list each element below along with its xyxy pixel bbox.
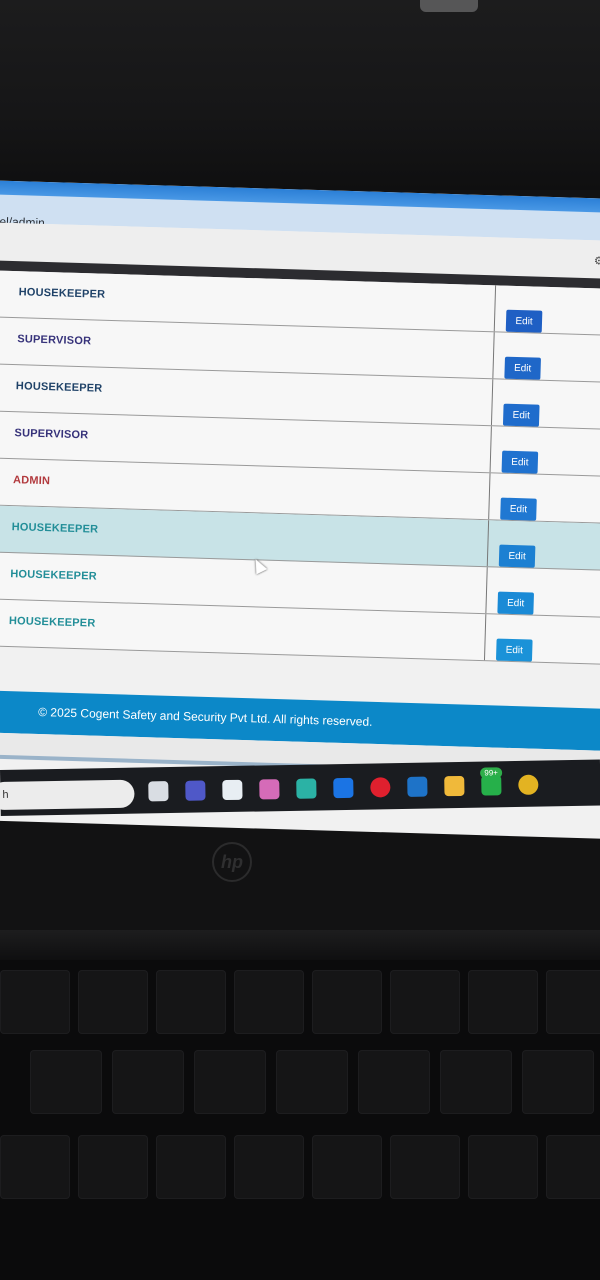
keyboard-key: [468, 1135, 538, 1199]
role-label: HOUSEKEEPER: [11, 521, 99, 536]
copilot-icon[interactable]: [259, 779, 280, 800]
keyboard-key: [112, 1050, 184, 1114]
keyboard-key: [0, 1135, 70, 1199]
monitor-bezel: [0, 0, 600, 190]
role-label: HOUSEKEEPER: [10, 568, 98, 583]
keyboard-key: [390, 1135, 460, 1199]
keyboard-key: [312, 1135, 382, 1199]
teams-icon[interactable]: [185, 780, 206, 801]
users-table: HOUSEKEEPER Edit SUPERVISOR Edit HOUSEKEEPER…: [0, 269, 600, 666]
keyboard-key: [546, 970, 600, 1034]
settings-icon[interactable]: ⚙: [594, 254, 600, 267]
cell-divider: [492, 332, 495, 379]
laptop-hinge: [0, 930, 600, 960]
edit-button[interactable]: Edit: [505, 309, 543, 333]
keyboard-key: [156, 1135, 226, 1199]
outlook-icon[interactable]: [407, 776, 428, 797]
edit-button[interactable]: Edit: [504, 356, 541, 380]
chrome-icon[interactable]: [518, 774, 539, 795]
cell-divider: [493, 285, 497, 332]
laptop-screen: nel/admin ⚙ HOUSEKEEPER Edit SUPERVISOR Edi…: [0, 180, 600, 840]
keyboard-key: [78, 970, 148, 1034]
keyboard-key: [156, 970, 226, 1034]
keyboard-key: [30, 1050, 102, 1114]
edit-button[interactable]: Edit: [497, 591, 535, 615]
light-glare: [420, 0, 478, 12]
cell-divider: [485, 567, 488, 614]
widgets-icon[interactable]: [222, 779, 243, 801]
role-label: SUPERVISOR: [14, 427, 89, 442]
keyboard-key: [276, 1050, 348, 1114]
edge-icon[interactable]: [296, 778, 317, 799]
cell-divider: [483, 614, 487, 661]
taskbar-search[interactable]: h: [0, 779, 135, 811]
edit-button[interactable]: Edit: [501, 450, 539, 474]
keyboard-key: [234, 1135, 304, 1199]
keyboard-key: [522, 1050, 594, 1114]
edit-button[interactable]: Edit: [498, 544, 536, 568]
keyboard-key: [0, 970, 70, 1034]
edit-button[interactable]: Edit: [495, 638, 533, 662]
whatsapp-icon[interactable]: [481, 775, 502, 796]
cell-divider: [489, 426, 492, 473]
role-label: HOUSEKEEPER: [15, 380, 103, 395]
taskbar-search-text: h: [2, 788, 9, 801]
role-label: ADMIN: [12, 474, 51, 488]
role-label: HOUSEKEEPER: [8, 615, 96, 630]
edit-button[interactable]: Edit: [500, 497, 537, 521]
opera-icon[interactable]: [370, 777, 391, 798]
task-view-icon[interactable]: [148, 781, 169, 802]
keyboard-key: [234, 970, 304, 1034]
cell-divider: [490, 379, 494, 426]
keyboard-key: [78, 1135, 148, 1199]
dropbox-icon[interactable]: [333, 777, 354, 799]
keyboard-key: [312, 970, 382, 1034]
hp-logo-icon: hp: [212, 842, 252, 882]
keyboard: [0, 960, 600, 1280]
keyboard-key: [440, 1050, 512, 1114]
cell-divider: [488, 473, 491, 520]
keyboard-key: [358, 1050, 430, 1114]
keyboard-key: [468, 970, 538, 1034]
file-explorer-icon[interactable]: [444, 775, 465, 797]
keyboard-key: [390, 970, 460, 1034]
keyboard-key: [546, 1135, 600, 1199]
role-label: HOUSEKEEPER: [18, 286, 106, 301]
keyboard-key: [194, 1050, 266, 1114]
role-label: SUPERVISOR: [17, 333, 92, 348]
cell-divider: [486, 520, 490, 567]
edit-button[interactable]: Edit: [502, 403, 540, 427]
footer-copyright: © 2025 Cogent Safety and Security Pvt Lt…: [38, 704, 373, 729]
